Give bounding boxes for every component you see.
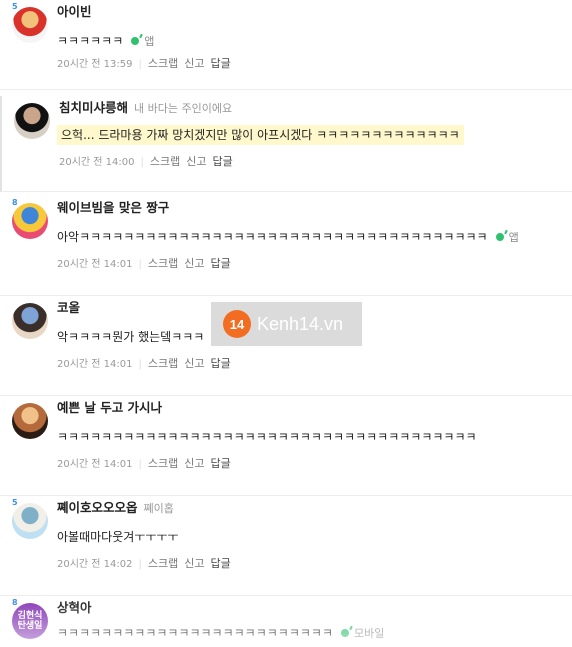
scrap-button[interactable]: 스크랩	[148, 57, 178, 70]
comment-header: 상혁아	[57, 600, 92, 616]
user-level-badge: 8	[12, 198, 18, 207]
mobile-app-icon	[341, 629, 350, 637]
user-level-badge: 5	[12, 2, 18, 11]
avatar[interactable]	[12, 7, 48, 43]
comment-meta: 20시간 전 14:00 | 스크랩 신고 답글	[59, 156, 239, 169]
avatar[interactable]: 김현식 탄생일	[12, 603, 48, 639]
comment-item: 8 김현식 탄생일 상혁아 ㅋㅋㅋㅋㅋㅋㅋㅋㅋㅋㅋㅋㅋㅋㅋㅋㅋㅋㅋㅋㅋㅋㅋㅋㅋ 모바일	[0, 596, 572, 647]
report-button[interactable]: 신고	[184, 357, 204, 370]
scrap-button[interactable]: 스크랩	[148, 557, 178, 570]
comment-author-name[interactable]: 아이빈	[57, 4, 92, 19]
avatar[interactable]	[12, 403, 48, 439]
avatar[interactable]	[12, 203, 48, 239]
report-button[interactable]: 신고	[186, 155, 206, 168]
comment-item: 5 쪠이호오오오옵 쪠이홉아볼때마다웃겨ㅜㅜㅜㅜ 20시간 전 14:02 | 스크랩 신고…	[0, 496, 572, 596]
mobile-app-icon	[131, 37, 140, 45]
comment-body: 악ㅋㅋㅋㅋ뭔가 했는뎈ㅋㅋㅋ	[57, 330, 205, 344]
avatar-caption: 김현식 탄생일	[17, 611, 43, 631]
comment-meta: 20시간 전 13:59 | 스크랩 신고 답글	[57, 58, 237, 71]
reply-button[interactable]: 답글	[213, 155, 233, 168]
avatar[interactable]	[12, 503, 48, 539]
comment-timestamp: 20시간 전 14:00	[59, 157, 135, 168]
comment-timestamp: 20시간 전 13:59	[57, 59, 133, 70]
meta-separator: |	[138, 359, 142, 370]
report-button[interactable]: 신고	[184, 457, 204, 470]
meta-separator: |	[138, 59, 142, 70]
reply-button[interactable]: 답글	[211, 557, 231, 570]
comment-timestamp: 20시간 전 14:02	[57, 559, 133, 570]
comment-body: 아악ㅋㅋㅋㅋㅋㅋㅋㅋㅋㅋㅋㅋㅋㅋㅋㅋㅋㅋㅋㅋㅋㅋㅋㅋㅋㅋㅋㅋㅋㅋㅋㅋㅋㅋㅋㅋㅋ	[57, 230, 488, 244]
comment-body: 아볼때마다웃겨ㅜㅜㅜㅜ	[57, 530, 179, 544]
meta-separator: |	[138, 559, 142, 570]
comment-header: 코올	[57, 300, 80, 316]
comment-body: ㅋㅋㅋㅋㅋㅋㅋㅋㅋㅋㅋㅋㅋㅋㅋㅋㅋㅋㅋㅋㅋㅋㅋㅋㅋ	[57, 626, 334, 640]
comment-meta: 20시간 전 14:01 | 스크랩 신고 답글	[57, 258, 237, 271]
comment-header: 아이빈	[57, 4, 92, 20]
comment-header: 웨이브빔을 맞은 짱구	[57, 200, 169, 216]
user-level-badge: 5	[12, 498, 18, 507]
comment-text: ㅋㅋㅋㅋㅋㅋㅋㅋㅋㅋㅋㅋㅋㅋㅋㅋㅋㅋㅋㅋㅋㅋㅋㅋㅋ 모바일	[57, 625, 384, 642]
comment-timestamp: 20시간 전 14:01	[57, 359, 133, 370]
scrap-button[interactable]: 스크랩	[148, 457, 178, 470]
comment-text: 으헉... 드라마용 가짜 망치겠지만 많이 아프시겠다 ㅋㅋㅋㅋㅋㅋㅋㅋㅋㅋㅋ…	[57, 125, 464, 145]
comment-item: 5 아이빈 ㅋㅋㅋㅋㅋㅋ 앱 20시간 전 13:59 | 스크랩 신고 답글	[0, 0, 572, 90]
comment-body: ㅋㅋㅋㅋㅋㅋㅋㅋㅋㅋㅋㅋㅋㅋㅋㅋㅋㅋㅋㅋㅋㅋㅋㅋㅋㅋㅋㅋㅋㅋㅋㅋㅋㅋㅋㅋㅋㅋ	[57, 430, 477, 444]
comment-text: ㅋㅋㅋㅋㅋㅋㅋㅋㅋㅋㅋㅋㅋㅋㅋㅋㅋㅋㅋㅋㅋㅋㅋㅋㅋㅋㅋㅋㅋㅋㅋㅋㅋㅋㅋㅋㅋㅋ	[57, 429, 477, 445]
reply-button[interactable]: 답글	[211, 57, 231, 70]
comment-text: 아악ㅋㅋㅋㅋㅋㅋㅋㅋㅋㅋㅋㅋㅋㅋㅋㅋㅋㅋㅋㅋㅋㅋㅋㅋㅋㅋㅋㅋㅋㅋㅋㅋㅋㅋㅋㅋㅋ 앱	[57, 229, 519, 246]
reply-button[interactable]: 답글	[211, 457, 231, 470]
comment-author-name[interactable]: 코올	[57, 300, 80, 315]
comment-item: 예쁜 날 두고 가시나 ㅋㅋㅋㅋㅋㅋㅋㅋㅋㅋㅋㅋㅋㅋㅋㅋㅋㅋㅋㅋㅋㅋㅋㅋㅋㅋㅋㅋㅋ…	[0, 396, 572, 496]
report-button[interactable]: 신고	[184, 557, 204, 570]
comment-author-subtitle: 쪠이홉	[143, 502, 174, 515]
comment-header: 쪠이호오오오옵 쪠이홉	[57, 500, 174, 517]
meta-separator: |	[138, 259, 142, 270]
user-level-badge: 8	[12, 598, 18, 607]
kenh14-watermark-text: Kenh14.vn	[257, 313, 344, 334]
scrap-button[interactable]: 스크랩	[148, 357, 178, 370]
comment-meta: 20시간 전 14:01 | 스크랩 신고 답글	[57, 358, 237, 371]
comment-author-name[interactable]: 상혁아	[57, 600, 92, 615]
report-button[interactable]: 신고	[184, 257, 204, 270]
report-button[interactable]: 신고	[184, 57, 204, 70]
reply-button[interactable]: 답글	[211, 257, 231, 270]
kenh14-logo-icon: 14	[223, 310, 251, 338]
comment-text: 아볼때마다웃겨ㅜㅜㅜㅜ	[57, 529, 178, 545]
comment-meta: 20시간 전 14:01 | 스크랩 신고 답글	[57, 458, 237, 471]
comment-author-subtitle: 내 바다는 주인이에요	[134, 102, 233, 115]
comment-body: ㅋㅋㅋㅋㅋㅋ	[57, 34, 124, 48]
comment-meta: 20시간 전 14:02 | 스크랩 신고 답글	[57, 558, 237, 571]
meta-separator: |	[140, 157, 144, 168]
comment-text: ㅋㅋㅋㅋㅋㅋ 앱	[57, 33, 154, 50]
comment-body: 으헉... 드라마용 가짜 망치겠지만 많이 아프시겠다 ㅋㅋㅋㅋㅋㅋㅋㅋㅋㅋㅋ…	[61, 128, 460, 142]
meta-separator: |	[138, 459, 142, 470]
posted-via-label: 앱	[144, 35, 155, 48]
mobile-app-icon	[495, 233, 504, 241]
comment-author-name[interactable]: 침치미샤릉해	[59, 100, 128, 115]
posted-via-label: 앱	[508, 231, 519, 244]
posted-via-label: 모바일	[354, 627, 385, 640]
scrap-button[interactable]: 스크랩	[148, 257, 178, 270]
scrap-button[interactable]: 스크랩	[150, 155, 180, 168]
kenh14-watermark: 14 Kenh14.vn	[211, 302, 362, 346]
comment-header: 침치미샤릉해 내 바다는 주인이에요	[59, 100, 232, 117]
reply-button[interactable]: 답글	[211, 357, 231, 370]
comment-item: 침치미샤릉해 내 바다는 주인이에요으헉... 드라마용 가짜 망치겠지만 많이 …	[0, 96, 572, 192]
comment-header: 예쁜 날 두고 가시나	[57, 400, 162, 416]
comment-item: 8 웨이브빔을 맞은 짱구아악ㅋㅋㅋㅋㅋㅋㅋㅋㅋㅋㅋㅋㅋㅋㅋㅋㅋㅋㅋㅋㅋㅋㅋㅋㅋㅋ…	[0, 196, 572, 296]
comment-timestamp: 20시간 전 14:01	[57, 259, 133, 270]
avatar[interactable]	[12, 303, 48, 339]
comment-author-name[interactable]: 예쁜 날 두고 가시나	[57, 400, 162, 415]
comment-author-name[interactable]: 쪠이호오오오옵	[57, 500, 138, 515]
comment-timestamp: 20시간 전 14:01	[57, 459, 133, 470]
avatar[interactable]	[14, 103, 50, 139]
comment-text: 악ㅋㅋㅋㅋ뭔가 했는뎈ㅋㅋㅋ	[57, 329, 204, 345]
comment-author-name[interactable]: 웨이브빔을 맞은 짱구	[57, 200, 169, 215]
